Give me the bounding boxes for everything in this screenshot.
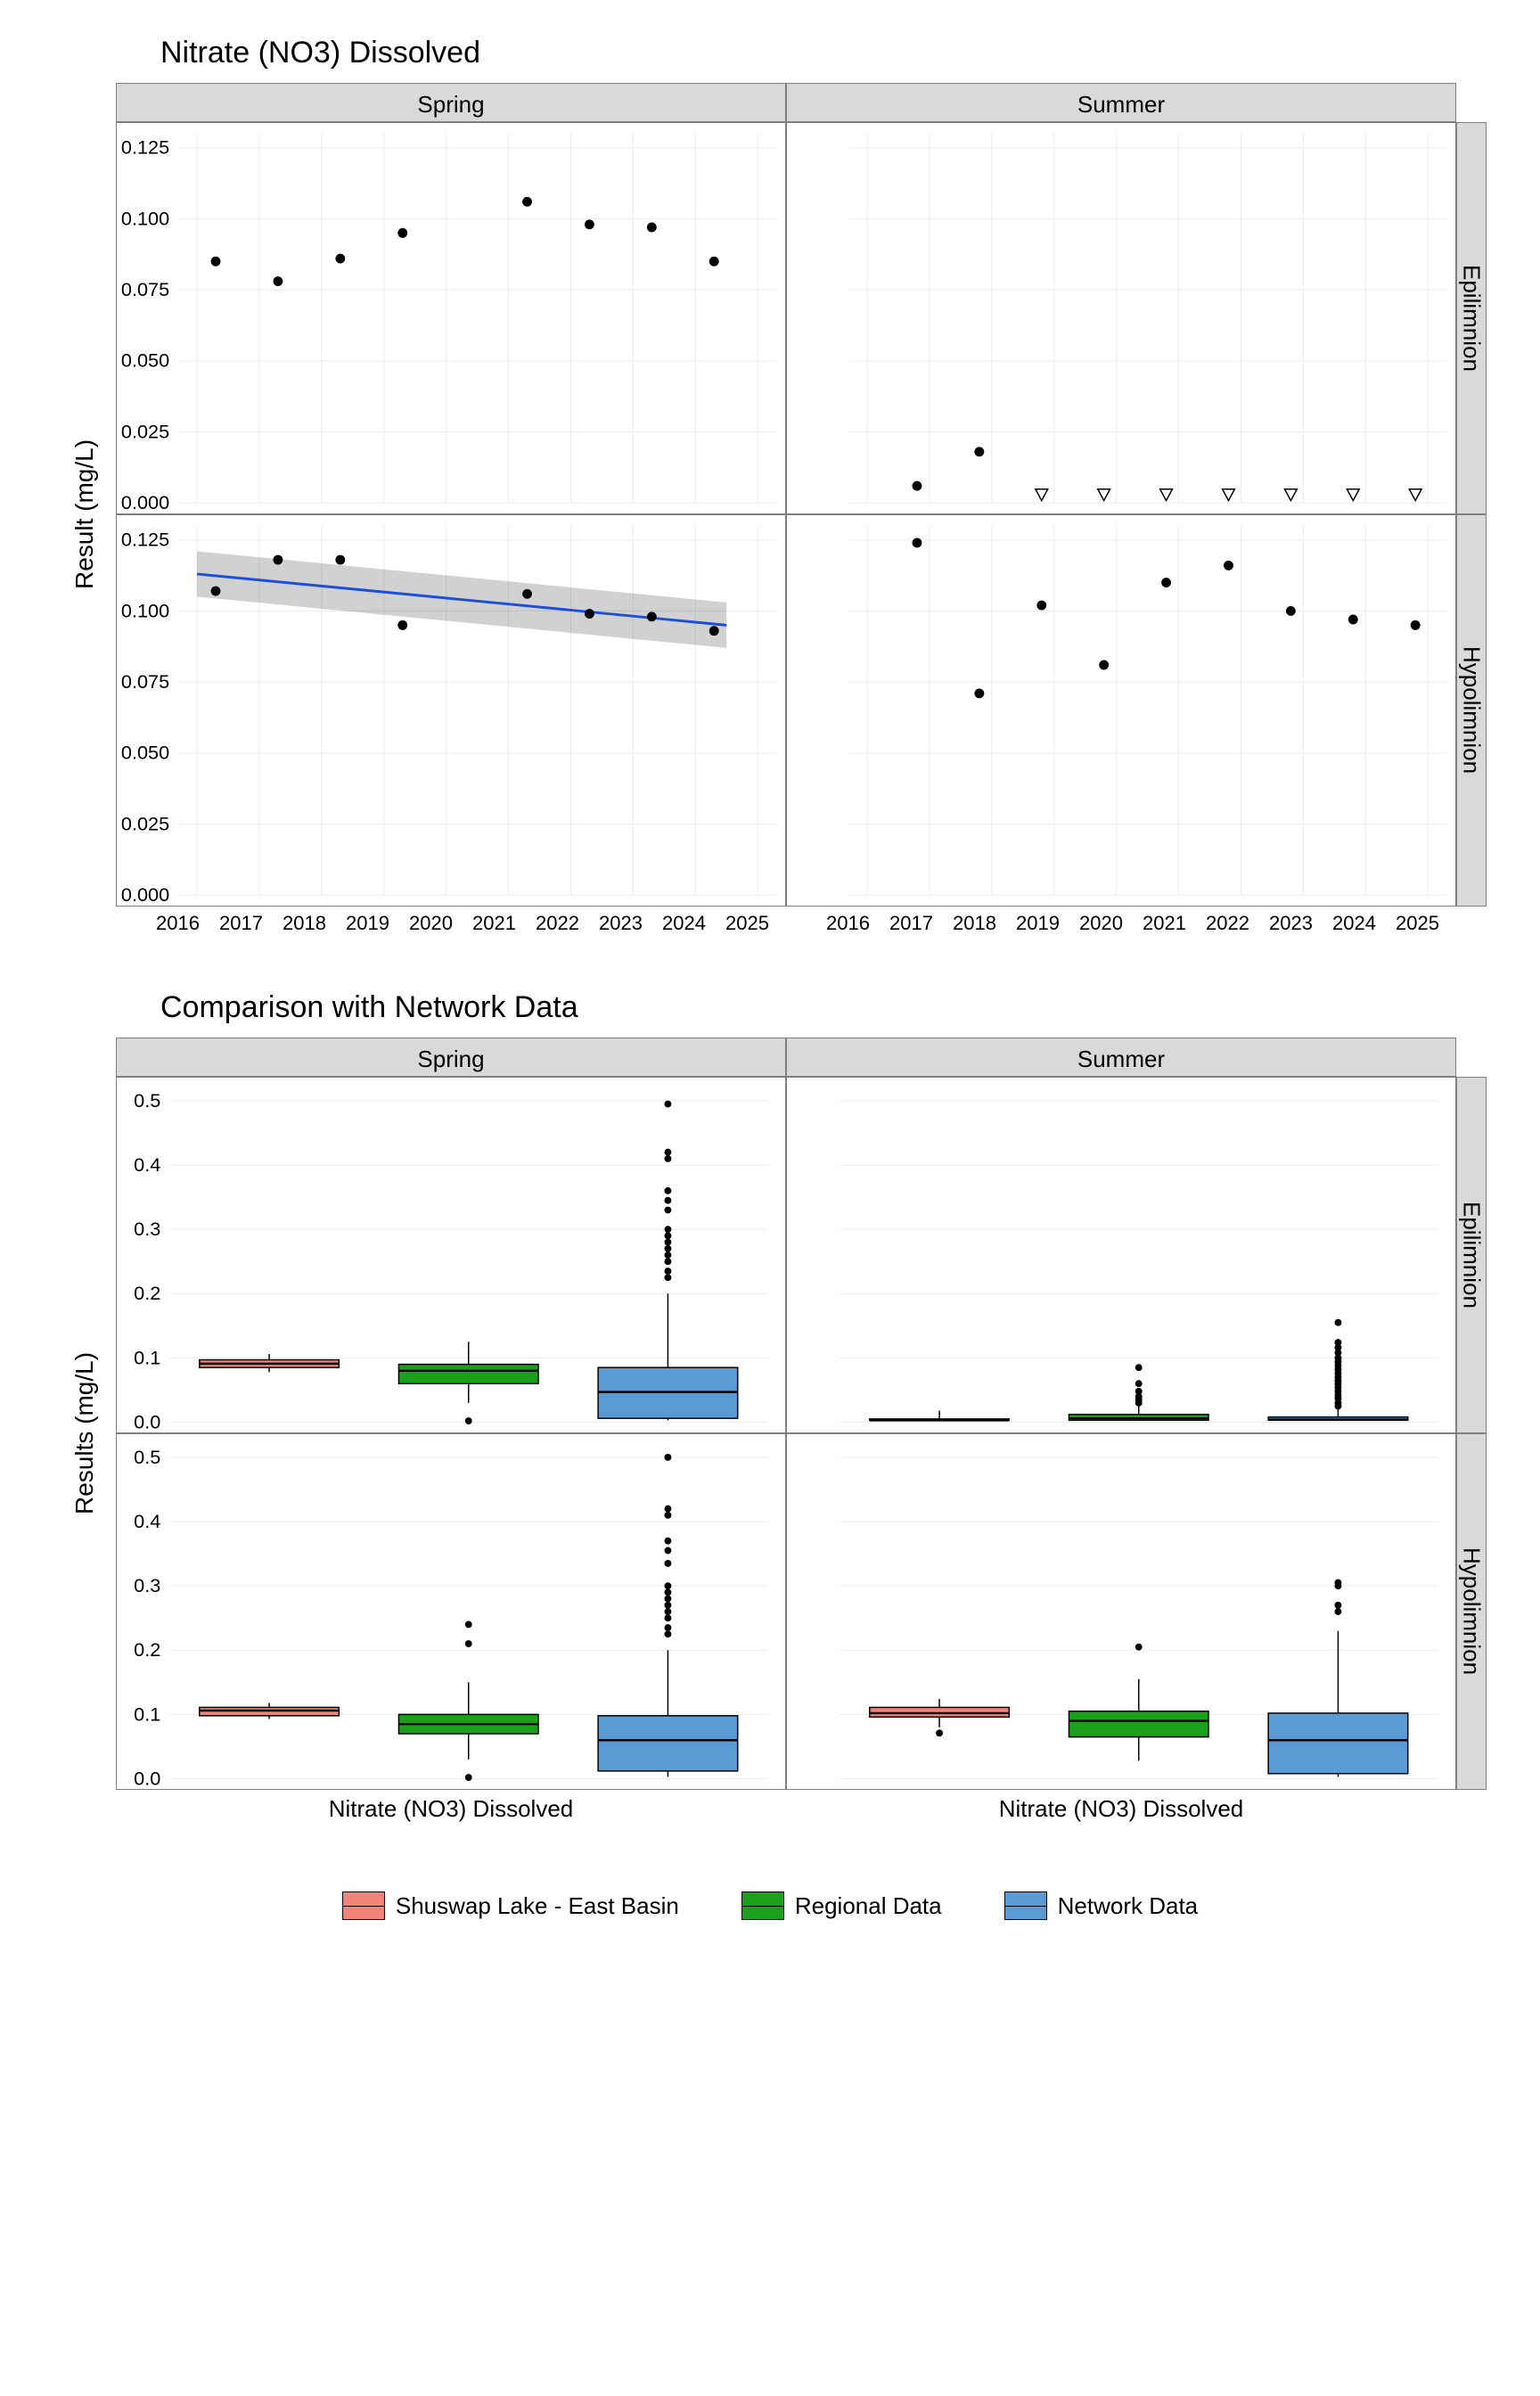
svg-text:0.125: 0.125 [121,136,169,159]
boxpanel-summer-hypolimnion [786,1433,1456,1790]
legend-item-network: Network Data [1004,1891,1199,1920]
panel-spring-hypolimnion: 0.000 0.025 0.050 0.075 0.100 0.125 [116,514,786,907]
bottom-ylabel: Results (mg/L) [53,1077,116,1790]
svg-text:0.000: 0.000 [121,491,169,513]
legend-item-shuswap: Shuswap Lake - East Basin [342,1891,679,1920]
svg-text:0.075: 0.075 [121,670,169,693]
svg-text:0.1: 0.1 [134,1346,160,1368]
legend: Shuswap Lake - East Basin Regional Data … [53,1891,1487,1920]
legend-item-regional: Regional Data [741,1891,942,1920]
boxpanel-spring-hypolimnion: 0.0 0.1 0.2 0.3 0.4 0.5 [116,1433,786,1790]
svg-text:0.1: 0.1 [134,1703,160,1725]
svg-text:0.050: 0.050 [121,742,169,764]
legend-swatch-shuswap [342,1891,385,1920]
svg-text:0.2: 0.2 [134,1638,160,1661]
panel-spring-epilimnion: 0.000 0.025 0.050 0.075 0.100 0.125 [116,122,786,514]
top-strip-hypolimnion: Hypolimnion [1456,514,1487,907]
bottom-chart-title: Comparison with Network Data [160,990,1487,1025]
boxpanel-spring-epilimnion: 0.0 0.1 0.2 0.3 0.4 0.5 [116,1077,786,1433]
svg-text:0.3: 0.3 [134,1574,160,1596]
svg-text:0.075: 0.075 [121,278,169,300]
boxpanel-summer-epilimnion [786,1077,1456,1433]
top-strip-epilimnion: Epilimnion [1456,122,1487,514]
top-strip-summer: Summer [786,83,1456,122]
svg-text:0.0: 0.0 [134,1410,160,1432]
legend-swatch-regional [741,1891,784,1920]
legend-label-shuswap: Shuswap Lake - East Basin [396,1892,679,1920]
svg-text:0.5: 0.5 [134,1089,160,1112]
top-ylabel: Result (mg/L) [53,122,116,907]
legend-label-regional: Regional Data [795,1892,942,1920]
svg-text:0.5: 0.5 [134,1446,160,1468]
svg-text:0.125: 0.125 [121,529,169,551]
bot-strip-epilimnion: Epilimnion [1456,1077,1487,1433]
top-strip-spring: Spring [116,83,786,122]
panel-summer-hypolimnion [786,514,1456,907]
top-chart-title: Nitrate (NO3) Dissolved [160,36,1487,70]
bottom-xlab-1: Nitrate (NO3) Dissolved [786,1790,1456,1829]
bot-strip-spring: Spring [116,1038,786,1077]
bottom-xlab-0: Nitrate (NO3) Dissolved [116,1790,786,1829]
svg-text:0.100: 0.100 [121,207,169,229]
svg-text:0.025: 0.025 [121,812,169,834]
svg-text:0.4: 0.4 [134,1153,160,1176]
panel-summer-epilimnion [786,122,1456,514]
bot-strip-hypolimnion: Hypolimnion [1456,1433,1487,1790]
svg-text:0.4: 0.4 [134,1510,160,1532]
svg-text:0.100: 0.100 [121,599,169,621]
svg-text:0.025: 0.025 [121,420,169,442]
svg-text:0.3: 0.3 [134,1218,160,1240]
bot-strip-summer: Summer [786,1038,1456,1077]
svg-text:0.050: 0.050 [121,349,169,372]
legend-swatch-network [1004,1891,1047,1920]
legend-label-network: Network Data [1058,1892,1199,1920]
svg-text:0.0: 0.0 [134,1767,160,1789]
svg-text:0.000: 0.000 [121,883,169,906]
svg-text:0.2: 0.2 [134,1282,160,1304]
